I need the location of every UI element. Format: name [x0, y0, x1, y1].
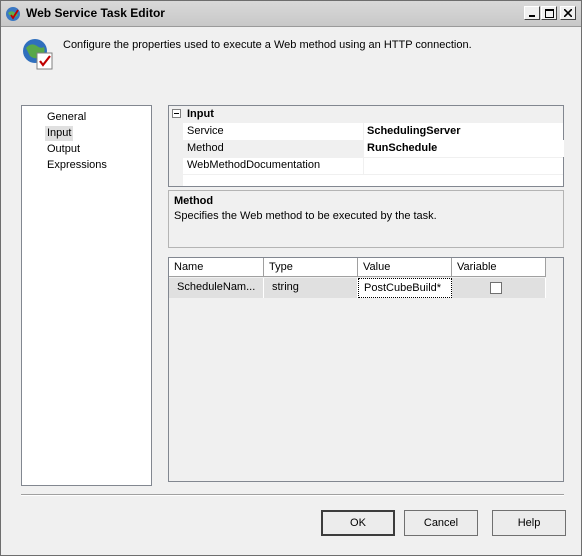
cell-value[interactable]: PostCubeBuild* [358, 278, 452, 298]
property-value: SchedulingServer [367, 125, 461, 137]
variable-checkbox[interactable] [490, 282, 502, 294]
close-icon [564, 9, 572, 17]
property-value: RunSchedule [367, 142, 438, 154]
property-grid: Input Service SchedulingServer Method Ru… [168, 105, 564, 187]
property-category-input[interactable]: Input [169, 106, 563, 123]
property-description-panel: Method Specifies the Web method to be ex… [168, 190, 564, 248]
column-header-value[interactable]: Value [358, 258, 452, 277]
column-header-variable[interactable]: Variable [452, 258, 546, 277]
property-value-cell[interactable]: SchedulingServer [363, 123, 564, 140]
column-header-type[interactable]: Type [264, 258, 358, 277]
cell-name[interactable]: ScheduleNam... [169, 278, 264, 298]
property-row-webmethoddocumentation[interactable]: WebMethodDocumentation [183, 157, 563, 175]
help-button[interactable]: Help [492, 510, 566, 536]
maximize-icon [544, 8, 554, 18]
maximize-button[interactable] [541, 6, 557, 20]
property-name: Service [187, 125, 224, 137]
page-navigation-list[interactable]: General Input Output Expressions [21, 105, 152, 486]
app-icon [6, 7, 20, 21]
property-row-service[interactable]: Service SchedulingServer [183, 123, 563, 141]
property-name: Method [187, 142, 224, 154]
minimize-icon [529, 15, 535, 17]
minimize-button[interactable] [524, 6, 540, 20]
divider [21, 494, 564, 496]
nav-item-output[interactable]: Output [45, 142, 82, 157]
cell-variable[interactable] [452, 278, 546, 298]
ok-button[interactable]: OK [321, 510, 395, 536]
description-text: Specifies the Web method to be executed … [174, 210, 437, 222]
nav-item-expressions[interactable]: Expressions [45, 158, 109, 173]
nav-item-general[interactable]: General [45, 110, 88, 125]
property-name: WebMethodDocumentation [187, 159, 321, 171]
nav-item-input[interactable]: Input [45, 126, 74, 141]
window-title: Web Service Task Editor [26, 6, 165, 20]
web-service-icon [23, 39, 53, 70]
description-title: Method [174, 195, 214, 207]
property-category-label: Input [187, 108, 214, 120]
property-value-cell[interactable] [363, 157, 564, 174]
property-row-method[interactable]: Method RunSchedule [183, 140, 564, 158]
title-bar[interactable]: Web Service Task Editor [1, 1, 581, 27]
close-button[interactable] [560, 6, 576, 20]
cancel-button[interactable]: Cancel [404, 510, 478, 536]
parameters-grid: Name Type Value Variable ScheduleNam... … [168, 257, 564, 482]
web-service-task-editor-window: Web Service Task Editor Configure the pr… [0, 0, 582, 556]
column-header-name[interactable]: Name [169, 258, 264, 277]
collapse-icon[interactable] [172, 109, 181, 118]
header-description: Configure the properties used to execute… [63, 39, 472, 51]
cell-type[interactable]: string [264, 278, 358, 298]
property-value-cell[interactable]: RunSchedule [363, 140, 564, 157]
